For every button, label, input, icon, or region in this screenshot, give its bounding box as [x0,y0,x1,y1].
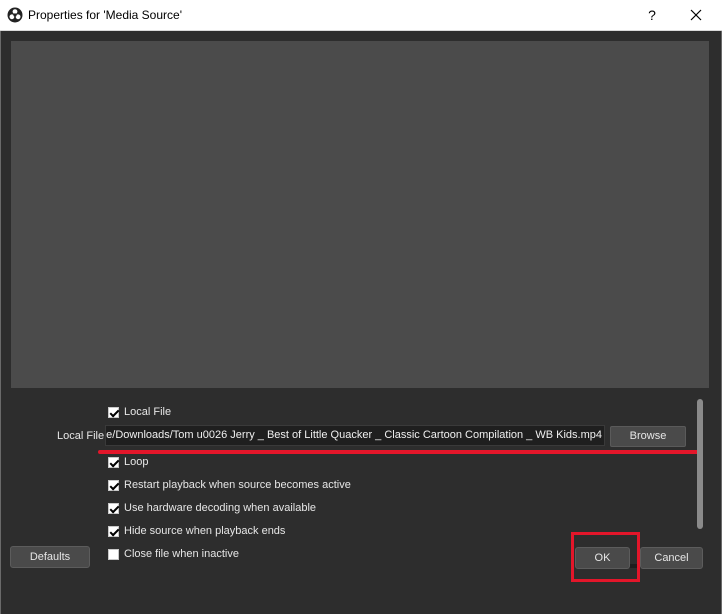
close-file-checkbox[interactable] [108,548,119,560]
browse-button[interactable]: Browse [610,426,686,447]
option-row-hw-decoding[interactable]: Use hardware decoding when available [108,502,316,514]
close-button[interactable] [684,4,708,26]
option-row-close-file[interactable]: Close file when inactive [108,548,239,560]
local-file-checkbox[interactable] [108,406,119,418]
local-file-checkbox-row[interactable]: Local File [108,406,171,418]
properties-vertical-scrollbar[interactable] [694,395,706,565]
window-title: Properties for 'Media Source' [28,8,182,22]
hardware-decoding-checkbox[interactable] [108,502,119,514]
local-file-label: Local File [57,430,105,442]
restart-playback-checkbox[interactable] [108,479,119,491]
ok-highlight-annotation [571,532,640,582]
option-row-hide-source[interactable]: Hide source when playback ends [108,525,285,537]
local-file-path-input[interactable]: eline/Downloads/Tom u0026 Jerry _ Best o… [105,425,605,446]
local-file-path-text: eline/Downloads/Tom u0026 Jerry _ Best o… [105,429,602,441]
help-button[interactable]: ? [640,4,664,26]
cancel-button[interactable]: Cancel [640,547,703,569]
obs-logo-icon [7,7,23,23]
source-preview [11,41,709,388]
close-icon [690,9,702,21]
close-file-label: Close file when inactive [124,548,239,560]
hide-source-checkbox[interactable] [108,525,119,537]
local-file-checkbox-label: Local File [124,406,172,418]
hide-source-label: Hide source when playback ends [124,525,286,537]
loop-checkbox[interactable] [108,456,119,468]
loop-label: Loop [124,456,149,468]
option-row-loop[interactable]: Loop [108,456,148,468]
properties-dialog: Local File Local File eline/Downloads/To… [0,31,722,614]
hardware-decoding-label: Use hardware decoding when available [124,502,317,514]
scrollbar-thumb[interactable] [697,399,703,529]
title-bar: Properties for 'Media Source' ? [0,0,722,31]
red-underline-annotation [98,450,700,454]
defaults-button[interactable]: Defaults [10,546,90,568]
option-row-restart[interactable]: Restart playback when source becomes act… [108,479,351,491]
restart-playback-label: Restart playback when source becomes act… [124,479,351,491]
